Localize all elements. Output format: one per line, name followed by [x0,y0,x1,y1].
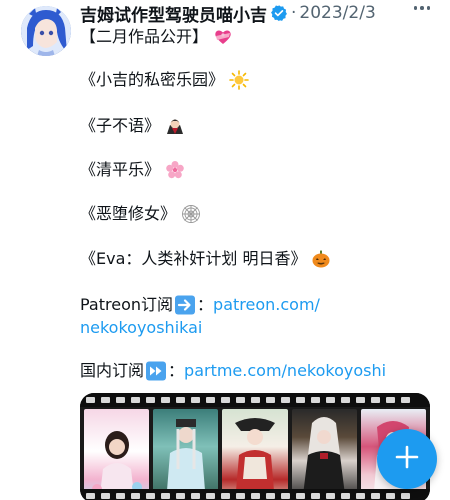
patreon-link-cont[interactable]: nekokoyoshikai [80,317,202,339]
line-text: 《小吉的私密乐园》 [80,70,225,89]
photo-frame [84,409,150,500]
cherry-blossom-icon [164,159,186,181]
compose-fab-button[interactable] [377,429,437,489]
tweet-date[interactable]: 2023/2/3 [299,3,375,23]
film-strip-bottom [80,489,430,500]
vampire-icon [164,115,186,137]
author-name[interactable]: 吉姆试作型驾驶员喵小吉 [80,1,267,26]
tweet-header: 吉姆试作型驾驶员喵小吉 · 2023/2/3 [80,1,376,26]
tweet[interactable]: 吉姆试作型驾驶员喵小吉 · 2023/2/3 【二月作品公开】 《小吉的私密乐园… [0,0,450,500]
sun-icon [228,69,250,91]
patreon-line-cont: nekokoyoshikai [80,317,202,339]
patreon-colon: ： [197,295,214,314]
tweet-line-work-2: 《子不语》 [80,115,186,137]
line-text: 《清平乐》 [80,160,161,179]
photo-frame [222,409,288,500]
heart-with-ribbon-icon [212,26,234,48]
verified-badge-icon [270,4,288,22]
fast-forward-button-icon [145,361,167,381]
more-options-icon[interactable] [413,6,430,10]
tweet-line-work-4: 《恶堕修女》 [80,203,202,225]
tweet-media-image[interactable] [80,393,430,500]
avatar[interactable] [21,6,71,56]
domestic-label: 国内订阅 [80,361,145,380]
line-text: 《恶堕修女》 [80,204,177,223]
plus-icon [394,444,420,474]
photo-frame [291,409,357,500]
tweet-line-title: 【二月作品公开】 [80,26,234,48]
domestic-colon: ： [168,361,185,380]
line-text: 《Eva：人类补奸计划 明日香》 [80,249,307,268]
line-text: 【二月作品公开】 [80,27,209,46]
tweet-line-work-3: 《清平乐》 [80,159,186,181]
domestic-line: 国内订阅 ： partme.com/nekokoyoshi [80,360,386,382]
patreon-label: Patreon订阅 [80,295,174,314]
tweet-line-work-1: 《小吉的私密乐园》 [80,69,250,91]
patreon-line: Patreon订阅 ： patreon.com/ [80,294,320,316]
line-text: 《子不语》 [80,116,161,135]
spider-web-icon [180,203,202,225]
patreon-link[interactable]: patreon.com/ [213,294,320,316]
right-arrow-button-icon [174,295,196,315]
jack-o-lantern-icon [310,248,332,270]
tweet-line-work-5: 《Eva：人类补奸计划 明日香》 [80,248,332,270]
photo-frame [153,409,219,500]
film-strip-top [80,393,430,407]
separator-dot: · [291,3,297,23]
domestic-link[interactable]: partme.com/nekokoyoshi [184,360,386,382]
